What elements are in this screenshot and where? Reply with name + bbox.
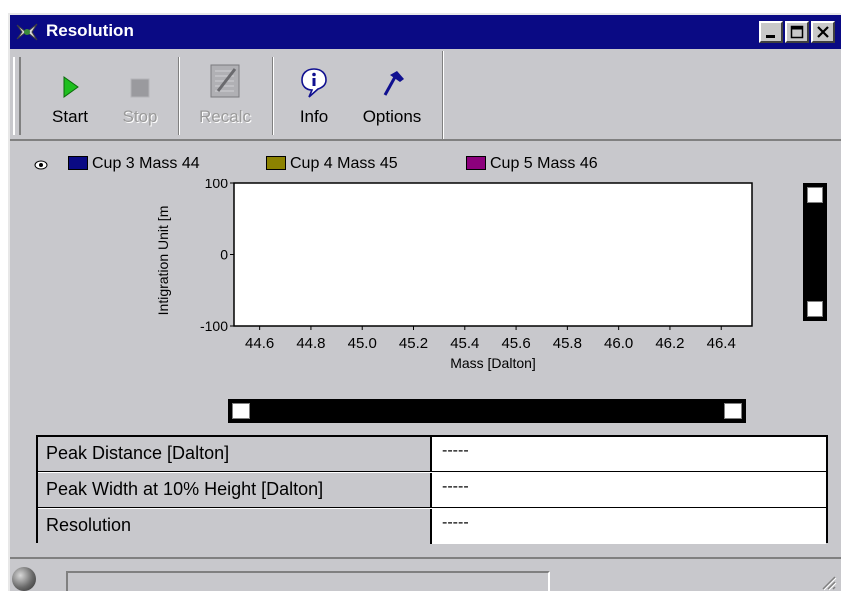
status-lamp-icon xyxy=(12,567,36,591)
options-button[interactable]: Options xyxy=(350,57,434,135)
legend-swatch xyxy=(68,156,88,170)
x-tick-label: 46.0 xyxy=(604,335,633,352)
legend-swatch xyxy=(466,156,486,170)
vertical-slider-bottom-handle[interactable] xyxy=(807,301,823,317)
legend-swatch xyxy=(266,156,286,170)
close-button[interactable] xyxy=(811,21,835,43)
x-tick-label: 44.6 xyxy=(245,335,274,352)
x-tick-label: 45.6 xyxy=(501,335,530,352)
info-label: Info xyxy=(299,107,329,126)
y-tick-label: 0 xyxy=(220,247,228,263)
toolbar-edge xyxy=(442,51,444,139)
y-tick-label: 100 xyxy=(205,179,229,191)
peak-distance-value: ----- xyxy=(432,437,826,471)
results-table: Peak Distance [Dalton] ----- Peak Width … xyxy=(36,435,828,544)
x-tick-label: 44.8 xyxy=(296,335,325,352)
minimize-button[interactable] xyxy=(759,21,783,43)
resolution-chart: 100 0 -100 44.6 44.8 45.0 45.2 45.4 45.6 45.8 46.0… xyxy=(155,179,753,371)
legend-item-cup4[interactable]: Cup 4 Mass 45 xyxy=(266,155,398,173)
resolution-window: Resolution Start Stop Recalc Info Option… xyxy=(8,13,841,591)
hammer-icon xyxy=(383,71,404,96)
app-icon xyxy=(16,23,38,41)
x-tick-label: 45.0 xyxy=(348,335,377,352)
legend-label: Cup 4 Mass 45 xyxy=(290,155,398,172)
legend-label: Cup 3 Mass 44 xyxy=(92,155,200,172)
close-icon xyxy=(817,26,829,38)
status-field xyxy=(66,571,550,591)
legend-item-cup5[interactable]: Cup 5 Mass 46 xyxy=(466,155,598,173)
peak-width-value: ----- xyxy=(432,473,826,507)
legend-label: Cup 5 Mass 46 xyxy=(490,155,598,172)
resolution-label: Resolution xyxy=(38,509,432,544)
table-row: Peak Width at 10% Height [Dalton] ----- xyxy=(38,473,826,508)
x-tick-label: 45.2 xyxy=(399,335,428,352)
recalc-label: Recalc xyxy=(199,107,251,126)
toolbar-separator xyxy=(178,57,180,135)
start-button[interactable]: Start xyxy=(42,57,98,135)
toolbar-grip[interactable] xyxy=(13,57,21,135)
horizontal-zoom-slider[interactable] xyxy=(228,399,746,423)
window-title: Resolution xyxy=(46,21,134,40)
status-bar xyxy=(10,557,841,591)
peak-width-label: Peak Width at 10% Height [Dalton] xyxy=(38,473,432,507)
x-tick-label: 46.4 xyxy=(707,335,736,352)
plot-area xyxy=(233,182,753,327)
recalc-button[interactable]: Recalc xyxy=(188,57,262,135)
stop-icon xyxy=(130,78,150,98)
peak-distance-label: Peak Distance [Dalton] xyxy=(38,437,432,471)
maximize-button[interactable] xyxy=(785,21,809,43)
resolution-value: ----- xyxy=(432,509,826,544)
horizontal-slider-right-handle[interactable] xyxy=(724,403,742,419)
stop-button[interactable]: Stop xyxy=(110,57,170,135)
toolbar-separator xyxy=(272,57,274,135)
x-axis-label: Mass [Dalton] xyxy=(450,355,536,371)
horizontal-slider-left-handle[interactable] xyxy=(232,403,250,419)
maximize-icon xyxy=(790,25,804,39)
play-icon xyxy=(63,76,79,98)
info-button[interactable]: Info xyxy=(290,57,338,135)
y-axis-label: Intigration Unit [m xyxy=(155,206,171,316)
legend-item-cup3[interactable]: Cup 3 Mass 44 xyxy=(68,155,200,173)
start-label: Start xyxy=(52,107,88,126)
toolbar: Start Stop Recalc Info Options xyxy=(10,51,841,141)
info-icon xyxy=(301,68,327,98)
stop-label: Stop xyxy=(122,107,158,126)
title-bar[interactable]: Resolution xyxy=(10,15,841,49)
x-tick-label: 46.2 xyxy=(655,335,684,352)
eye-icon[interactable] xyxy=(34,159,48,171)
vertical-zoom-slider[interactable] xyxy=(803,183,827,321)
y-tick-label: -100 xyxy=(200,318,228,334)
recalc-icon xyxy=(210,64,240,98)
table-row: Peak Distance [Dalton] ----- xyxy=(38,437,826,472)
minimize-icon xyxy=(766,35,775,38)
resize-grip-icon[interactable] xyxy=(817,571,837,591)
x-tick-label: 45.4 xyxy=(450,335,479,352)
vertical-slider-top-handle[interactable] xyxy=(807,187,823,203)
x-tick-label: 45.8 xyxy=(553,335,582,352)
table-row: Resolution ----- xyxy=(38,509,826,544)
options-label: Options xyxy=(362,107,422,126)
